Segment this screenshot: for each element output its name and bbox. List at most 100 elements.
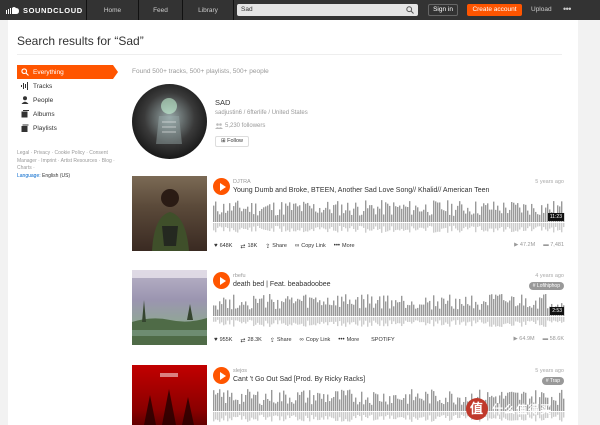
waveform[interactable] xyxy=(213,294,565,328)
upload-link[interactable]: Upload xyxy=(531,4,552,16)
spotify-link[interactable]: SPOTIFY xyxy=(371,335,395,345)
copy-link-button[interactable]: ∞ Copy Link xyxy=(300,335,331,345)
waveform-reflection xyxy=(223,223,225,232)
waveform-bar xyxy=(283,302,285,316)
waveform-bar xyxy=(529,306,531,316)
waveform-bar xyxy=(213,205,215,222)
waveform-reflection xyxy=(559,317,561,321)
waveform-bar xyxy=(423,304,425,316)
sidebar-item-everything[interactable]: Everything xyxy=(17,65,118,79)
sidebar-item-playlists[interactable]: Playlists xyxy=(17,121,119,135)
waveform[interactable] xyxy=(213,200,565,234)
waveform-bar xyxy=(401,208,403,222)
copy-link-button[interactable]: ∞ Copy Link xyxy=(295,241,326,251)
artwork-person xyxy=(152,189,189,251)
play-button[interactable] xyxy=(213,178,230,195)
waveform-bar xyxy=(359,401,361,411)
waveform-reflection xyxy=(301,223,303,228)
search-input[interactable]: Sad xyxy=(237,4,418,16)
genre-tag[interactable]: # Trap xyxy=(541,377,564,385)
genre-tag[interactable]: # Lofihiphop xyxy=(528,282,564,290)
waveform-reflection xyxy=(403,223,405,231)
soundcloud-logo[interactable]: SOUNDCLOUD xyxy=(6,4,83,16)
comments-stat[interactable]: ▬ 7,481 xyxy=(543,242,564,248)
waveform-reflection xyxy=(325,317,327,323)
share-button[interactable]: ⇪ Share xyxy=(270,335,292,345)
waveform-reflection xyxy=(285,223,287,232)
more-button[interactable]: ••• More xyxy=(334,241,355,251)
nav-feed[interactable]: Feed xyxy=(138,0,182,20)
play-button[interactable] xyxy=(213,367,230,384)
waveform-reflection xyxy=(387,223,389,232)
track-uploader[interactable]: DJTRA xyxy=(233,179,251,185)
waveform-reflection xyxy=(467,317,469,323)
waveform-bar xyxy=(397,302,399,316)
waveform-bar xyxy=(241,393,243,411)
comments-stat[interactable]: ▬ 58.6K xyxy=(543,336,564,342)
repost-button[interactable]: ⇄ 18K xyxy=(240,241,257,251)
waveform-bar xyxy=(427,393,429,411)
more-menu-icon[interactable]: ••• xyxy=(563,4,571,15)
waveform-bar xyxy=(301,391,303,411)
track-artwork[interactable] xyxy=(132,270,207,345)
waveform-reflection xyxy=(465,223,467,227)
waveform-reflection xyxy=(511,317,513,326)
language-selector[interactable]: Language: English (US) xyxy=(17,173,117,181)
waveform-reflection xyxy=(553,317,555,321)
search-icon[interactable] xyxy=(406,6,414,14)
waveform-reflection xyxy=(351,223,353,227)
waveform-bar xyxy=(355,299,357,316)
track-uploader[interactable]: rbefu xyxy=(233,273,246,279)
waveform-bar xyxy=(269,294,271,316)
sidebar-item-people[interactable]: People xyxy=(17,93,119,107)
track-artwork[interactable] xyxy=(132,365,207,425)
track-artwork[interactable] xyxy=(132,176,207,251)
waveform-reflection xyxy=(457,223,459,231)
track-title[interactable]: Young Dumb and Broke, BTEEN, Another Sad… xyxy=(233,187,489,194)
waveform-reflection xyxy=(397,317,399,324)
waveform-bar xyxy=(451,203,453,222)
follow-button[interactable]: ⊞ Follow xyxy=(215,136,249,147)
waveform-bar xyxy=(421,398,423,411)
footer-links[interactable]: Legal · Privacy · Cookie Policy · Consen… xyxy=(17,150,117,173)
waveform-reflection xyxy=(475,223,477,233)
sidebar-item-tracks[interactable]: Tracks xyxy=(17,79,119,93)
share-button[interactable]: ⇪ Share xyxy=(265,241,287,251)
user-name[interactable]: SAD xyxy=(215,98,230,107)
like-button[interactable]: ♥ 955K xyxy=(214,335,232,345)
waveform-bar xyxy=(259,403,261,411)
create-account-button[interactable]: Create account xyxy=(467,4,522,16)
waveform-reflection xyxy=(431,412,433,422)
nav-library[interactable]: Library xyxy=(182,0,234,20)
waveform-reflection xyxy=(231,317,233,321)
waveform-bar xyxy=(537,308,539,316)
sign-in-button[interactable]: Sign in xyxy=(428,4,458,16)
waveform-bar xyxy=(487,203,489,222)
repost-button[interactable]: ⇄ 28.3K xyxy=(240,335,261,345)
sidebar-item-albums[interactable]: Albums xyxy=(17,107,119,121)
track-title[interactable]: Cant 't Go Out Sad [Prod. By Ricky Racks… xyxy=(233,376,365,383)
waveform-reflection xyxy=(375,317,377,323)
user-avatar[interactable] xyxy=(132,84,207,159)
waveform-bar xyxy=(247,305,249,316)
search-filter-sidebar: Everything Tracks People Albums Playlist… xyxy=(17,65,119,135)
waveform-bar xyxy=(491,294,493,316)
waveform-reflection xyxy=(451,412,453,420)
waveform-bar xyxy=(393,306,395,316)
like-button[interactable]: ♥ 648K xyxy=(214,241,232,251)
waveform-bar xyxy=(351,393,353,411)
nav-home[interactable]: Home xyxy=(86,0,138,20)
waveform-bar xyxy=(423,400,425,411)
follow-icon: ⊞ xyxy=(220,138,226,144)
waveform-bar xyxy=(529,214,531,222)
track-uploader[interactable]: slejos xyxy=(233,368,247,374)
waveform-reflection xyxy=(377,412,379,420)
waveform-reflection xyxy=(407,412,409,416)
waveform-bar xyxy=(319,393,321,411)
waveform-bar xyxy=(507,213,509,222)
track-title[interactable]: death bed | Feat. beabadoobee xyxy=(233,281,331,288)
waveform-bar xyxy=(535,300,537,316)
waveform-reflection xyxy=(505,317,507,324)
more-button[interactable]: ••• More xyxy=(338,335,359,345)
play-button[interactable] xyxy=(213,272,230,289)
